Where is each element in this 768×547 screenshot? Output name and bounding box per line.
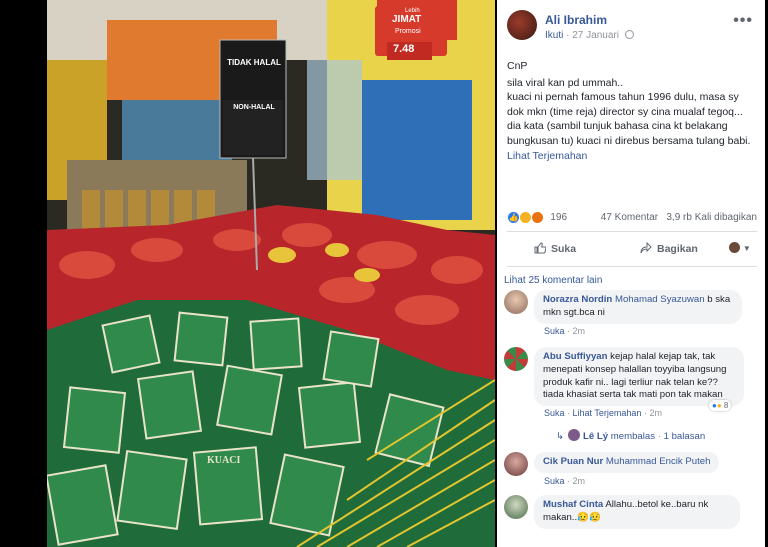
reactions-summary[interactable]: 👍 196 (507, 211, 567, 224)
replier-name: Lê Lý (583, 431, 609, 442)
comment-text: makan..😥😥 (543, 511, 602, 523)
post-meta: Ikuti · 27 Januari (545, 30, 634, 41)
react-as-selector[interactable]: ▼ (729, 242, 751, 254)
replier-avatar (568, 429, 581, 441)
author-name[interactable]: Ali Ibrahim (545, 13, 607, 27)
view-more-comments[interactable]: Lihat 25 komentar lain (504, 275, 602, 286)
supermarket-photo (47, 0, 495, 547)
stats-right: 47 Komentar 3,9 rb Kali dibagikan (601, 212, 757, 223)
comment-text: kejap halal kejap tak, tak (607, 351, 716, 362)
globe-icon (624, 30, 634, 39)
tagged-user[interactable]: Muhammad Encik Puteh (606, 456, 711, 467)
wow-reaction-icon (518, 211, 532, 224)
tagged-user[interactable]: Mohamad Syazuwan (615, 294, 705, 305)
comments-count[interactable]: 47 Komentar (601, 212, 658, 223)
post-actions: Suka Bagikan ▼ (507, 231, 757, 267)
reply-summary[interactable]: ↳ Lê Lý membalas · 1 balasan (556, 429, 705, 442)
share-arrow-icon (640, 242, 652, 254)
comment-actions: Suka · 2m (544, 476, 586, 486)
post-stats: 👍 196 47 Komentar 3,9 rb Kali dibagikan (507, 210, 757, 226)
comment-text: produk kafir ni.. lagi terliur nak telan… (543, 376, 718, 388)
commenter-avatar[interactable] (504, 452, 528, 476)
thumbs-up-icon (534, 242, 546, 254)
shares-count[interactable]: 3,9 rb Kali dibagikan (666, 212, 757, 223)
commenter-name[interactable]: Norazra Nordin (543, 294, 612, 305)
comment-text: menepati konsep halallan toyyiba langsun… (543, 363, 727, 375)
angry-reaction-icon (530, 211, 544, 224)
comment-text: mkn sgt.bca ni (543, 306, 605, 318)
post-line: CnP (507, 60, 528, 72)
reply-count: 1 balasan (663, 431, 706, 442)
user-mini-avatar (729, 242, 740, 253)
comment-translate-link[interactable]: Lihat Terjemahan (573, 408, 642, 418)
promo-label: Promosi (395, 28, 421, 35)
comment-bubble: Norazra Nordin Mohamad Syazuwan b ska mk… (534, 290, 742, 324)
post-body: CnP sila viral kan pd ummah.. kuaci ni p… (507, 59, 759, 163)
comment-text: b ska (704, 294, 731, 305)
post-panel: Ali Ibrahim Ikuti · 27 Januari ••• CnP s… (497, 0, 765, 547)
commenter-name[interactable]: Mushaf Cinta (543, 499, 603, 510)
post-line: dok mkn (time reja) director sy cina mua… (507, 105, 743, 118)
comment-reactions[interactable]: ●● 8 (709, 400, 732, 411)
product-label: KUACI (207, 455, 241, 466)
comment-reaction-count: 8 (723, 401, 729, 410)
share-label: Bagikan (657, 243, 698, 255)
chevron-down-icon: ▼ (742, 244, 751, 253)
like-label: Suka (551, 243, 577, 255)
comment-like-link[interactable]: Suka (544, 476, 565, 486)
comment-time[interactable]: 2m (649, 408, 662, 418)
comment-like-link[interactable]: Suka (544, 326, 565, 336)
comment-bubble: Mushaf Cinta Allahu..betol ke..baru nk m… (534, 495, 740, 529)
comment-actions: Suka · 2m (544, 326, 586, 336)
commenter-name[interactable]: Abu Suffiyyan (543, 351, 608, 362)
sign-title: TIDAK HALAL (227, 58, 281, 67)
comment-text: tiada khasiat serta tak mati pon tak mak… (543, 389, 723, 401)
like-button[interactable]: Suka (534, 242, 576, 255)
post-line: kuaci ni pernah famous tahun 1996 dulu, … (507, 91, 739, 104)
comment-time[interactable]: 2m (573, 326, 586, 336)
share-button[interactable]: Bagikan (640, 242, 698, 255)
sign-subtitle: NON-HALAL (233, 104, 275, 111)
comment-time[interactable]: 2m (573, 476, 586, 486)
commenter-avatar[interactable] (504, 347, 528, 371)
comment-bubble: Abu Suffiyyan kejap halal kejap tak, tak… (534, 347, 744, 407)
author-avatar[interactable] (507, 10, 537, 40)
reply-arrow-icon: ↳ (556, 431, 565, 442)
haha-reaction-icon: ● (716, 401, 722, 410)
follow-link[interactable]: Ikuti (545, 30, 563, 41)
reply-text: membalas (610, 431, 656, 442)
comment-actions: Suka · Lihat Terjemahan · 2m (544, 408, 662, 418)
post-date[interactable]: 27 Januari (572, 30, 619, 41)
facebook-photo-viewer: TIDAK HALAL NON-HALAL Lebih JIMAT Promos… (0, 0, 768, 547)
commenter-name[interactable]: Cik Puan Nur (543, 456, 603, 467)
promo-price: 7.48 (393, 43, 415, 55)
post-header: Ali Ibrahim Ikuti · 27 Januari ••• (507, 10, 757, 44)
commenter-avatar[interactable] (504, 495, 528, 519)
commenter-avatar[interactable] (504, 290, 528, 314)
post-photo[interactable]: TIDAK HALAL NON-HALAL Lebih JIMAT Promos… (47, 0, 495, 547)
reaction-count: 196 (550, 212, 568, 223)
more-options-icon[interactable]: ••• (733, 12, 753, 30)
post-line: sila viral kan pd ummah.. (507, 76, 624, 89)
see-translation-link[interactable]: Lihat Terjemahan (507, 149, 759, 164)
comment-text: Allahu..betol ke..baru nk (603, 499, 709, 510)
post-line: bungkusan tu) kuaci ni direbus bersama t… (507, 134, 751, 147)
comment-like-link[interactable]: Suka (544, 408, 565, 418)
post-line: dia kata (sambil tunjuk bahasa cina kt b… (507, 120, 728, 133)
comment-bubble: Cik Puan Nur Muhammad Encik Puteh (534, 452, 720, 473)
promo-brand: JIMAT (392, 14, 422, 25)
